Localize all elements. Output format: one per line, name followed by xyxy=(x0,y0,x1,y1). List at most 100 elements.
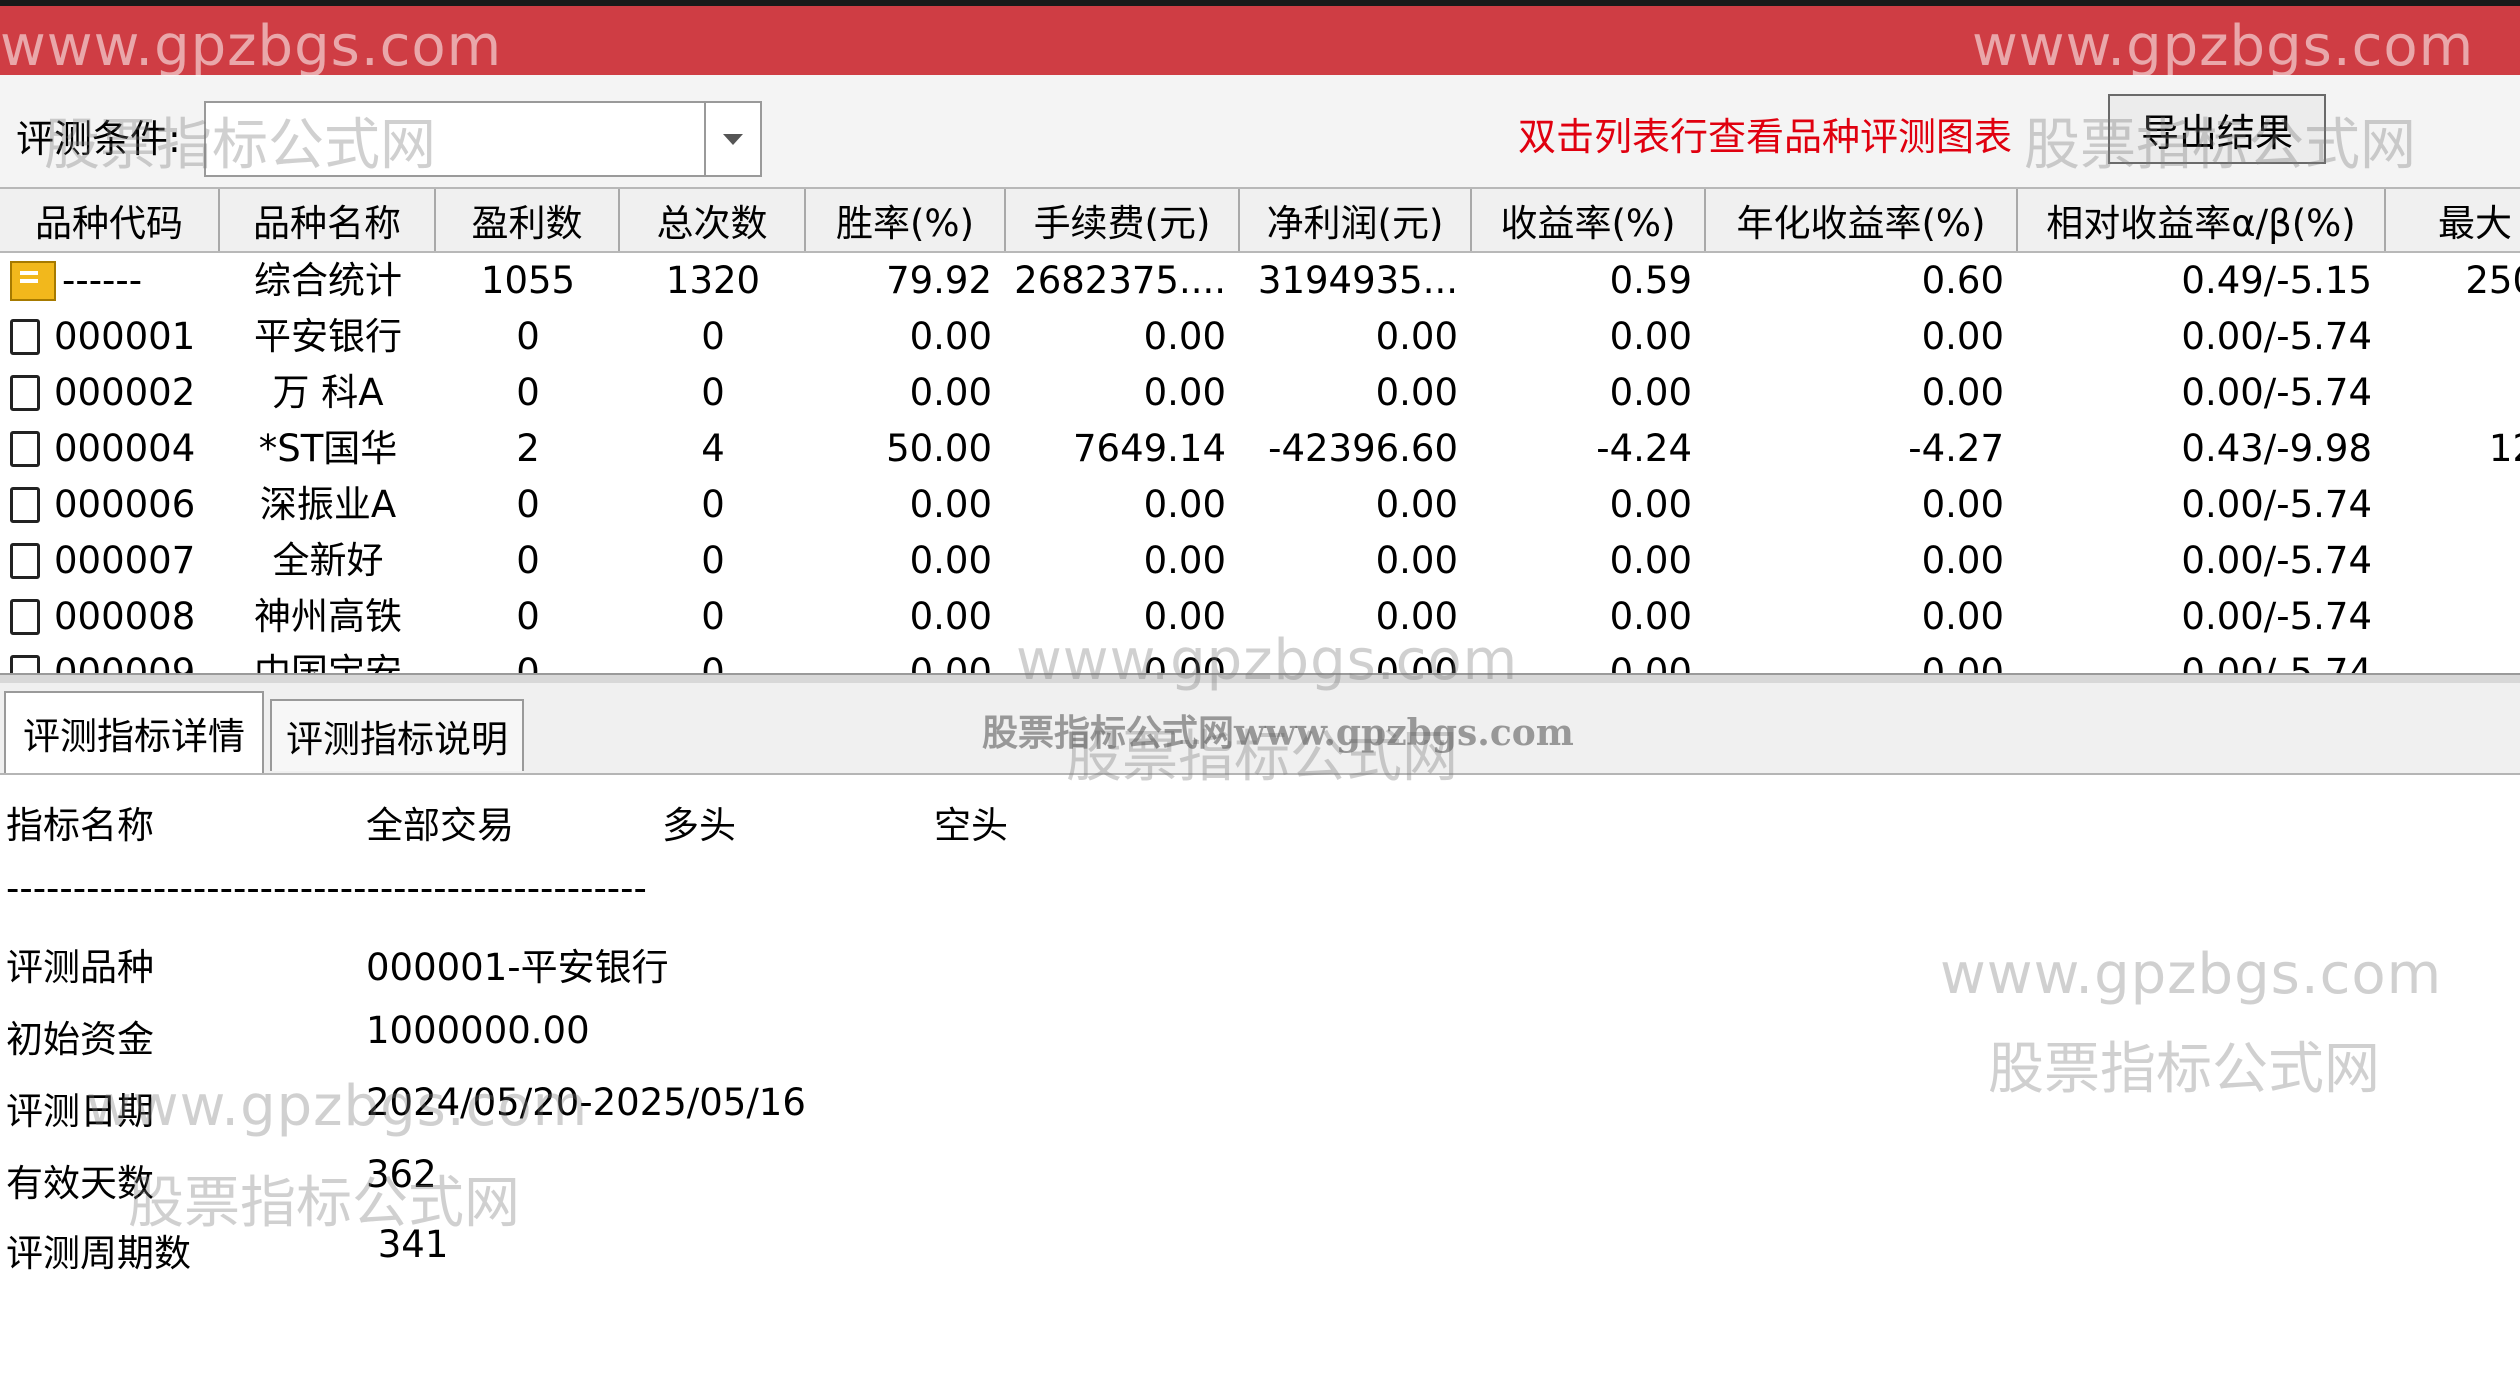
cell-relative-return: 0.00/-5.74 xyxy=(2181,483,2372,526)
cell-code: 000001 xyxy=(10,309,220,365)
cell-fee: 0.00 xyxy=(1143,595,1226,638)
cell-fee: 0.00 xyxy=(1143,483,1226,526)
cell-code-text: 000006 xyxy=(54,483,196,526)
cell-annual-return: 0.00 xyxy=(1921,483,2004,526)
detail-header-long: 多头 xyxy=(662,804,736,847)
tab-metric-description-label: 评测指标说明 xyxy=(286,718,508,761)
cell-return: 0.00 xyxy=(1609,315,1692,358)
cell-relative-return: 0.43/-9.98 xyxy=(2181,427,2372,470)
cell-max: 250 xyxy=(2465,259,2520,302)
column-header-return[interactable]: 收益率(%) xyxy=(1472,189,1706,251)
cell-relative-return: 0.00/-5.74 xyxy=(2181,651,2372,673)
cell-name: 深振业A xyxy=(259,483,397,526)
cell-wins: 1055 xyxy=(480,259,576,302)
table-row[interactable]: 000009 中国宝安 0 0 0.00 0.00 0.00 0.00 0.00 0.00/-5.… xyxy=(0,645,2520,673)
column-header-annual-return[interactable]: 年化收益率(%) xyxy=(1706,189,2018,251)
detail-divider: ----------------------------------------… xyxy=(6,867,647,910)
chevron-down-icon xyxy=(723,133,743,145)
cell-total: 0 xyxy=(701,651,725,673)
results-table[interactable]: 品种代码 品种名称 盈利数 总次数 胜率(%) 手续费(元) 净利润(元) 收益… xyxy=(0,187,2520,673)
column-header-relative-return[interactable]: 相对收益率α/β(%) xyxy=(2018,189,2386,251)
cell-return: 0.00 xyxy=(1609,651,1692,673)
cell-code-text: 000009 xyxy=(54,651,196,673)
cell-win-rate: 50.00 xyxy=(886,427,992,470)
tab-metric-details[interactable]: 评测指标详情 xyxy=(4,691,264,773)
column-header-max[interactable]: 最大 xyxy=(2386,189,2520,251)
cell-return: -4.24 xyxy=(1596,427,1692,470)
detail-label-capital: 初始资金 xyxy=(6,1018,154,1061)
cell-net-profit: 0.00 xyxy=(1375,483,1458,526)
table-row[interactable]: 000001 平安银行 0 0 0.00 0.00 0.00 0.00 0.00 0.00/-5.… xyxy=(0,309,2520,365)
cell-win-rate: 0.00 xyxy=(909,595,992,638)
column-header-wins[interactable]: 盈利数 xyxy=(436,189,620,251)
tab-metric-description[interactable]: 评测指标说明 xyxy=(270,699,524,771)
document-icon xyxy=(10,655,40,673)
detail-header-short: 空头 xyxy=(934,804,1008,847)
table-row[interactable]: ------ 综合统计 1055 1320 79.92 2682375.... 319493… xyxy=(0,253,2520,309)
cell-net-profit: 0.00 xyxy=(1375,651,1458,673)
cell-net-profit: 0.00 xyxy=(1375,539,1458,582)
cell-code-text: 000007 xyxy=(54,539,196,582)
cell-total: 0 xyxy=(701,483,725,526)
cell-wins: 0 xyxy=(516,595,540,638)
export-results-button[interactable]: 导出结果 xyxy=(2108,94,2326,164)
cell-net-profit: 3194935... xyxy=(1257,259,1458,302)
cell-return: 0.00 xyxy=(1609,595,1692,638)
cell-win-rate: 0.00 xyxy=(909,371,992,414)
cell-relative-return: 0.00/-5.74 xyxy=(2181,539,2372,582)
cell-win-rate: 0.00 xyxy=(909,539,992,582)
splitter[interactable] xyxy=(0,673,2520,683)
cell-relative-return: 0.00/-5.74 xyxy=(2181,595,2372,638)
detail-value-symbol: 000001-平安银行 xyxy=(366,946,669,989)
cell-relative-return: 0.49/-5.15 xyxy=(2181,259,2372,302)
cell-total: 0 xyxy=(701,539,725,582)
cell-total: 4 xyxy=(701,427,725,470)
column-header-fee[interactable]: 手续费(元) xyxy=(1006,189,1240,251)
column-header-win-rate[interactable]: 胜率(%) xyxy=(806,189,1006,251)
condition-select[interactable] xyxy=(204,101,762,177)
table-row[interactable]: 000008 神州高铁 0 0 0.00 0.00 0.00 0.00 0.00 0.00/-5.… xyxy=(0,589,2520,645)
column-header-name[interactable]: 品种名称 xyxy=(220,189,436,251)
table-row[interactable]: 000007 全新好 0 0 0.00 0.00 0.00 0.00 0.00 0.00/-5.7… xyxy=(0,533,2520,589)
document-icon xyxy=(10,375,40,411)
table-header: 品种代码 品种名称 盈利数 总次数 胜率(%) 手续费(元) 净利润(元) 收益… xyxy=(0,187,2520,253)
cell-return: 0.00 xyxy=(1609,371,1692,414)
cell-return: 0.00 xyxy=(1609,539,1692,582)
detail-label-dates: 评测日期 xyxy=(6,1090,154,1133)
tab-metric-details-label: 评测指标详情 xyxy=(23,715,245,758)
cell-annual-return: 0.00 xyxy=(1921,371,2004,414)
cell-relative-return: 0.00/-5.74 xyxy=(2181,371,2372,414)
cell-total: 0 xyxy=(701,595,725,638)
cell-wins: 2 xyxy=(516,427,540,470)
detail-header-all: 全部交易 xyxy=(366,804,514,847)
cell-code: 000002 xyxy=(10,365,220,421)
cell-code: 000006 xyxy=(10,477,220,533)
cell-code: 000009 xyxy=(10,645,220,673)
detail-value-dates: 2024/05/20-2025/05/16 xyxy=(366,1081,806,1124)
cell-name: 中国宝安 xyxy=(254,651,402,673)
table-row[interactable]: 000004 *ST国华 2 4 50.00 7649.14 -42396.60 -4.24 -… xyxy=(0,421,2520,477)
cell-total: 0 xyxy=(701,371,725,414)
cell-code-text: 000002 xyxy=(54,371,196,414)
document-icon xyxy=(10,431,40,467)
condition-label: 评测条件: xyxy=(16,117,181,161)
cell-name: 平安银行 xyxy=(254,315,402,358)
title-bar xyxy=(0,0,2520,75)
column-header-code[interactable]: 品种代码 xyxy=(0,189,220,251)
table-row[interactable]: 000006 深振业A 0 0 0.00 0.00 0.00 0.00 0.00 0.00/-5.… xyxy=(0,477,2520,533)
column-header-total[interactable]: 总次数 xyxy=(620,189,806,251)
table-row[interactable]: 000002 万 科A 0 0 0.00 0.00 0.00 0.00 0.00 0.00/-5.… xyxy=(0,365,2520,421)
detail-label-periods: 评测周期数 xyxy=(6,1232,191,1275)
cell-name: 万 科A xyxy=(272,371,384,414)
cell-win-rate: 0.00 xyxy=(909,483,992,526)
cell-return: 0.59 xyxy=(1609,259,1692,302)
cell-fee: 7649.14 xyxy=(1072,427,1226,470)
column-header-net-profit[interactable]: 净利润(元) xyxy=(1240,189,1472,251)
cell-wins: 0 xyxy=(516,483,540,526)
dropdown-arrow-button[interactable] xyxy=(704,103,760,175)
cell-name: 综合统计 xyxy=(254,259,402,302)
cell-name: *ST国华 xyxy=(258,427,398,470)
cell-max xyxy=(2386,309,2520,365)
cell-net-profit: 0.00 xyxy=(1375,371,1458,414)
cell-win-rate: 0.00 xyxy=(909,315,992,358)
